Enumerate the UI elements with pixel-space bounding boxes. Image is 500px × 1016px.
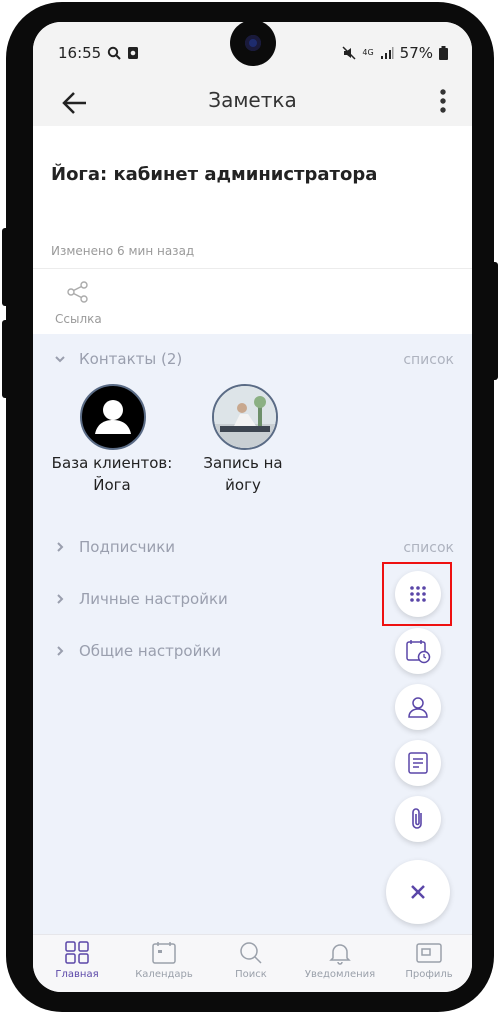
page-title: Заметка [208,88,297,112]
note-icon [408,752,428,774]
paperclip-icon [412,808,422,829]
bottom-nav: Главная Календарь Поиск Уведомления Проф… [33,934,472,992]
subscribers-list-button[interactable]: список [403,540,454,556]
divider [33,268,472,269]
side-button-left-2 [2,320,10,398]
battery-icon [439,46,448,60]
status-time-text: 16:55 [58,44,102,62]
close-fab-button[interactable] [386,860,450,924]
front-camera [230,22,276,66]
status-time: 16:55 [58,44,139,62]
side-button-right [490,262,498,380]
side-button-left-1 [2,228,10,306]
contact-name-1[interactable]: База клиентов: Йога [47,452,177,496]
calendar-event-button[interactable] [395,628,441,674]
section-general-settings[interactable]: Общие настройки [55,642,221,660]
contact-add-button[interactable] [395,684,441,730]
share-link-icon[interactable] [66,280,90,304]
nav-home-label: Главная [55,969,99,980]
mute-icon [342,46,356,60]
nav-calendar-label: Календарь [135,969,193,980]
status-right: 4G 57% [342,44,448,62]
contact-name-1-line2: Йога [93,476,131,494]
calendar-icon [152,942,176,964]
nav-search-label: Поиск [235,969,267,980]
changed-timestamp: Изменено 6 мин назад [51,244,195,258]
nav-profile[interactable]: Профиль [389,941,469,980]
contact-name-2-line2: йогу [225,476,261,494]
section-subscribers-label: Подписчики [79,538,176,556]
search-status-icon [108,46,121,60]
contact-name-2[interactable]: Запись на йогу [178,452,308,496]
signal-icon [380,47,394,59]
profile-card-icon [416,943,442,963]
apps-grid-button[interactable] [395,571,441,617]
avatar-yoga-booking[interactable] [212,384,278,450]
nav-home[interactable]: Главная [37,941,117,980]
bell-icon [329,944,351,965]
nav-search[interactable]: Поиск [211,941,291,980]
chevron-down-icon [55,356,65,363]
note-add-button[interactable] [395,740,441,786]
person-icon [408,697,428,718]
link-label[interactable]: Ссылка [55,312,102,326]
apps-grid-icon [410,586,426,602]
chevron-right-icon [57,646,64,656]
search-icon [240,942,262,964]
contact-name-2-line1: Запись на [203,454,283,472]
section-subscribers[interactable]: Подписчики [55,538,175,556]
attachment-button[interactable] [395,796,441,842]
section-personal-settings[interactable]: Личные настройки [55,590,228,608]
screen: 16:55 4G 57% Заметка Йога: кабинет админ… [33,22,472,992]
nav-profile-label: Профиль [405,969,453,980]
note-title: Йога: кабинет администратора [51,164,378,185]
more-vert-icon[interactable] [436,86,450,116]
nav-notifications-label: Уведомления [304,969,376,980]
battery-percent: 57% [399,44,433,62]
nav-calendar[interactable]: Календарь [124,941,204,980]
chevron-right-icon [57,542,64,552]
section-contacts[interactable]: Контакты (2) [55,350,182,368]
avatar-client-base[interactable] [80,384,146,450]
close-icon [411,885,425,899]
app-bar: Заметка [33,80,472,126]
screenshot-status-icon [128,47,139,59]
network-label: 4G [362,48,374,57]
nav-notifications[interactable]: Уведомления [300,941,380,980]
section-contacts-label: Контакты (2) [79,350,183,368]
contacts-list-button[interactable]: список [403,352,454,368]
calendar-clock-icon [406,640,431,664]
home-grid-icon [65,941,89,964]
user-silhouette-icon [95,400,131,434]
section-general-label: Общие настройки [79,642,222,660]
contact-name-1-line1: База клиентов: [51,454,173,472]
chevron-right-icon [57,594,64,604]
section-personal-label: Личные настройки [79,590,228,608]
yoga-photo-icon [214,386,276,448]
